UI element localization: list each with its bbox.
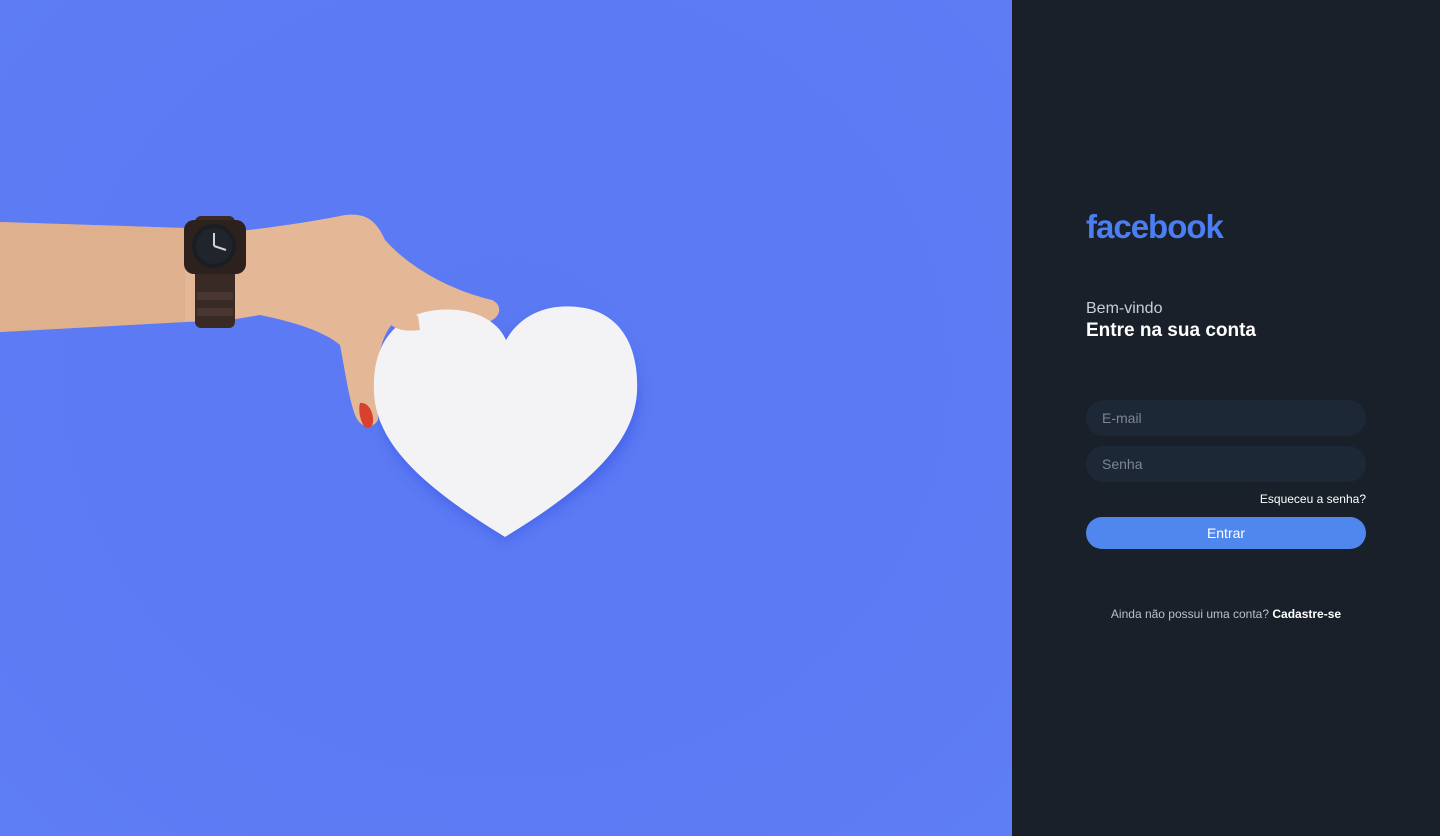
- hero-image: [0, 0, 1012, 836]
- password-field[interactable]: [1086, 446, 1366, 482]
- welcome-text: Bem-vindo: [1086, 300, 1163, 317]
- login-headline: Entre na sua conta: [1086, 320, 1256, 341]
- signup-prompt-text: Ainda não possui uma conta?: [1110, 607, 1270, 621]
- login-panel: facebook Bem-vindo Entre na sua conta Es…: [1012, 0, 1440, 836]
- facebook-logo[interactable]: facebook: [1086, 208, 1224, 246]
- login-button[interactable]: Entrar: [1086, 517, 1366, 549]
- heart-icon: [373, 306, 638, 537]
- hero-illustration: [0, 214, 639, 540]
- forgot-password-link[interactable]: Esqueceu a senha?: [1260, 492, 1366, 506]
- signup-prompt: Ainda não possui uma conta? Cadastre-se: [1086, 607, 1366, 621]
- signup-link[interactable]: Cadastre-se: [1272, 607, 1341, 621]
- email-field[interactable]: [1086, 400, 1366, 436]
